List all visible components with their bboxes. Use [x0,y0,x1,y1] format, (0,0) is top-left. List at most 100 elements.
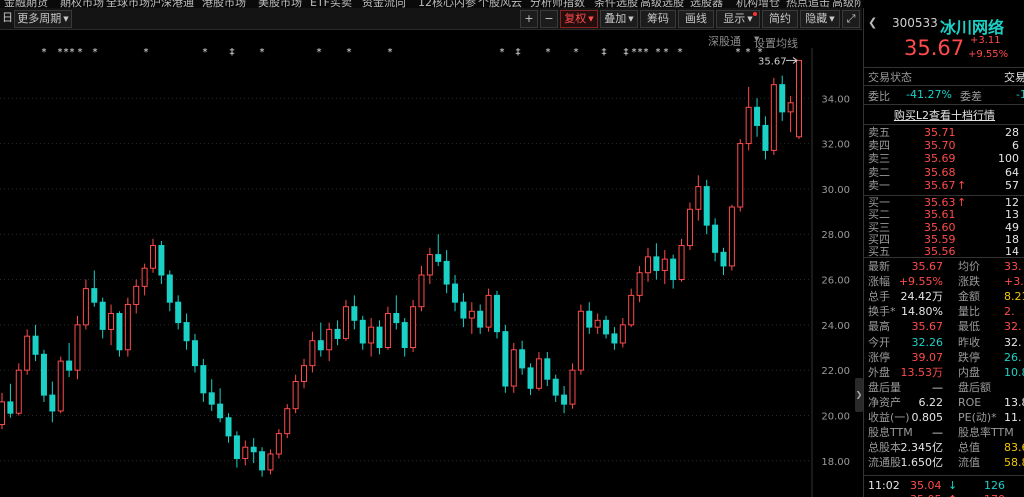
chips-button[interactable]: 筹码 [640,10,676,28]
top-menu-item[interactable]: 条件选股 [594,0,638,8]
stat-label: 量比 [958,305,980,319]
candle-down [762,124,769,151]
l2-link-row: 购买L2查看十档行情 [864,107,1024,122]
stat-value: 13.8 [1004,395,1024,409]
level-label: 买三 [868,220,890,234]
candle-down [175,301,182,324]
candlestick-chart[interactable]: 18.00 20.00 22.00 24.00 26.00 28.00 30.00 32.00… [0,48,862,497]
top-menu-item[interactable]: 机构增仓 [736,0,780,8]
top-menu-item[interactable]: 港股市场 [202,0,246,8]
candle-up [577,310,584,371]
shentong-link[interactable]: 深股通 [708,33,741,49]
candle-up [82,288,89,326]
fq-button[interactable]: 复权 ▼ [560,10,598,28]
weibi-value: -41.27% [906,88,952,101]
sell-level-row[interactable]: 卖三 35.69 100 [864,153,1024,165]
stat-label: 今开 [868,335,890,349]
top-menu-item[interactable]: 全球市场 [106,0,150,8]
stat-value: 58.85 [1004,456,1024,470]
candle-up [569,369,576,405]
zoom-out-button[interactable]: − [540,10,558,28]
quote-panel: ❮ 300533 冰川网络 35.67 +3.11 +9.55% 交易状态 交易… [863,8,1024,497]
top-menu-item[interactable]: 12核心内参 [418,0,476,8]
top-menu-item[interactable]: 金融期货 [4,0,48,8]
sell-level-row[interactable]: 卖四 35.70 6 [864,140,1024,152]
stat-value: 32.26 [911,335,944,349]
zoom-in-button[interactable]: + [520,10,538,28]
top-menu-item[interactable]: 期权市场 [60,0,104,8]
hide-button[interactable]: 隐藏 ▼ [800,10,840,28]
more-period-button[interactable]: 更多周期 ▼ [14,10,72,28]
display-button[interactable]: 显示 ▼ [716,10,760,28]
event-marker: * [746,48,751,58]
top-menu-item[interactable]: 热点追击 [786,0,830,8]
period-prefix[interactable]: 日线 [2,10,12,28]
draw-line-button[interactable]: 画线 [678,10,714,28]
sell-level-row[interactable]: 卖五 35.71 28 [864,127,1024,139]
top-menu-item[interactable]: 高级阶段 [832,0,862,8]
candle-down [166,274,173,303]
last-price-label: 35.67 [758,56,787,67]
candle-up [787,102,794,113]
candle-down [754,106,761,126]
fullscreen-icon[interactable]: ⤢ [842,10,860,28]
candle-up [292,381,299,410]
top-menu-item[interactable]: 个股风云 [478,0,522,8]
tick-arrow: ↑ [948,493,957,497]
top-menu-item[interactable]: ETF买卖 [310,0,352,8]
candle-down [586,310,593,328]
panel-collapse-handle[interactable]: ❯ [855,378,863,412]
candle-up [384,313,391,349]
overlay-button[interactable]: 叠加 ▼ [600,10,638,28]
top-menu-item[interactable]: 选股器 [690,0,723,8]
zoom-in-label: + [524,12,534,25]
trade-status-row: 交易状态 交易 [864,69,1024,84]
event-marker: ‡ [624,48,629,58]
sell-level-row[interactable]: 卖二 35.68 64 [864,166,1024,179]
top-menu-item[interactable]: 分析师指数 [530,0,585,8]
chevron-down-icon: ▼ [754,35,760,43]
stat-value: 1.650亿 [900,456,944,470]
level-label: 买四 [868,232,890,246]
stat-label: 涨停 [868,350,890,364]
event-marker: * [500,48,505,58]
stat-value: 2. [1004,305,1015,319]
stat-label: 涨幅 [868,275,890,289]
stat-value: 83.63 [1004,441,1024,455]
stat-label: 内盘 [958,365,980,379]
level-label: 卖一 [868,178,890,192]
back-chevron-icon[interactable]: ❮ [868,16,877,29]
candle-down [519,349,526,369]
y-tick-label: 24.00 [821,321,850,332]
candle-up [133,285,140,305]
top-menu-item[interactable]: 资金流向 [362,0,406,8]
candle-down [49,394,56,412]
top-menu-item[interactable]: 高级选股 [640,0,684,8]
buy-level-row[interactable]: 买二 35.61 13 [864,209,1024,221]
buy-level-row[interactable]: 买三 35.60 49 [864,220,1024,234]
stat-value: 8.21 [1004,290,1024,304]
simple-button[interactable]: 简约 [762,10,798,28]
chevron-down-icon: ▼ [628,15,634,23]
candle-down [712,224,719,253]
buy-level-row[interactable]: 买一 35.63 ↑ 12 [864,197,1024,209]
candle-up [796,59,802,138]
level-price: 35.61 [924,208,956,222]
candle-down [460,301,467,319]
event-marker: * [317,48,322,58]
top-menu-item[interactable]: 沪深港通 [150,0,194,8]
candle-up [410,306,417,349]
chart-subheader: 深股通 设置均线 ▼ [0,31,862,50]
top-menu-item[interactable]: 美股市场 [258,0,302,8]
tick-row: 11:02 35.04 ↓ 126 [864,479,1024,493]
candle-down [208,392,215,405]
level-volume: 18 [1005,232,1019,246]
notification-dot [753,12,757,16]
candle-down [200,365,207,394]
candle-up [468,310,475,319]
candle-down [477,310,484,328]
l2-link[interactable]: 购买L2查看十档行情 [894,109,995,122]
event-marker: * [93,48,98,58]
buy-level-row[interactable]: 买四 35.59 18 [864,232,1024,246]
sell-level-row[interactable]: 卖一 35.67 ↑ 57 [864,178,1024,192]
